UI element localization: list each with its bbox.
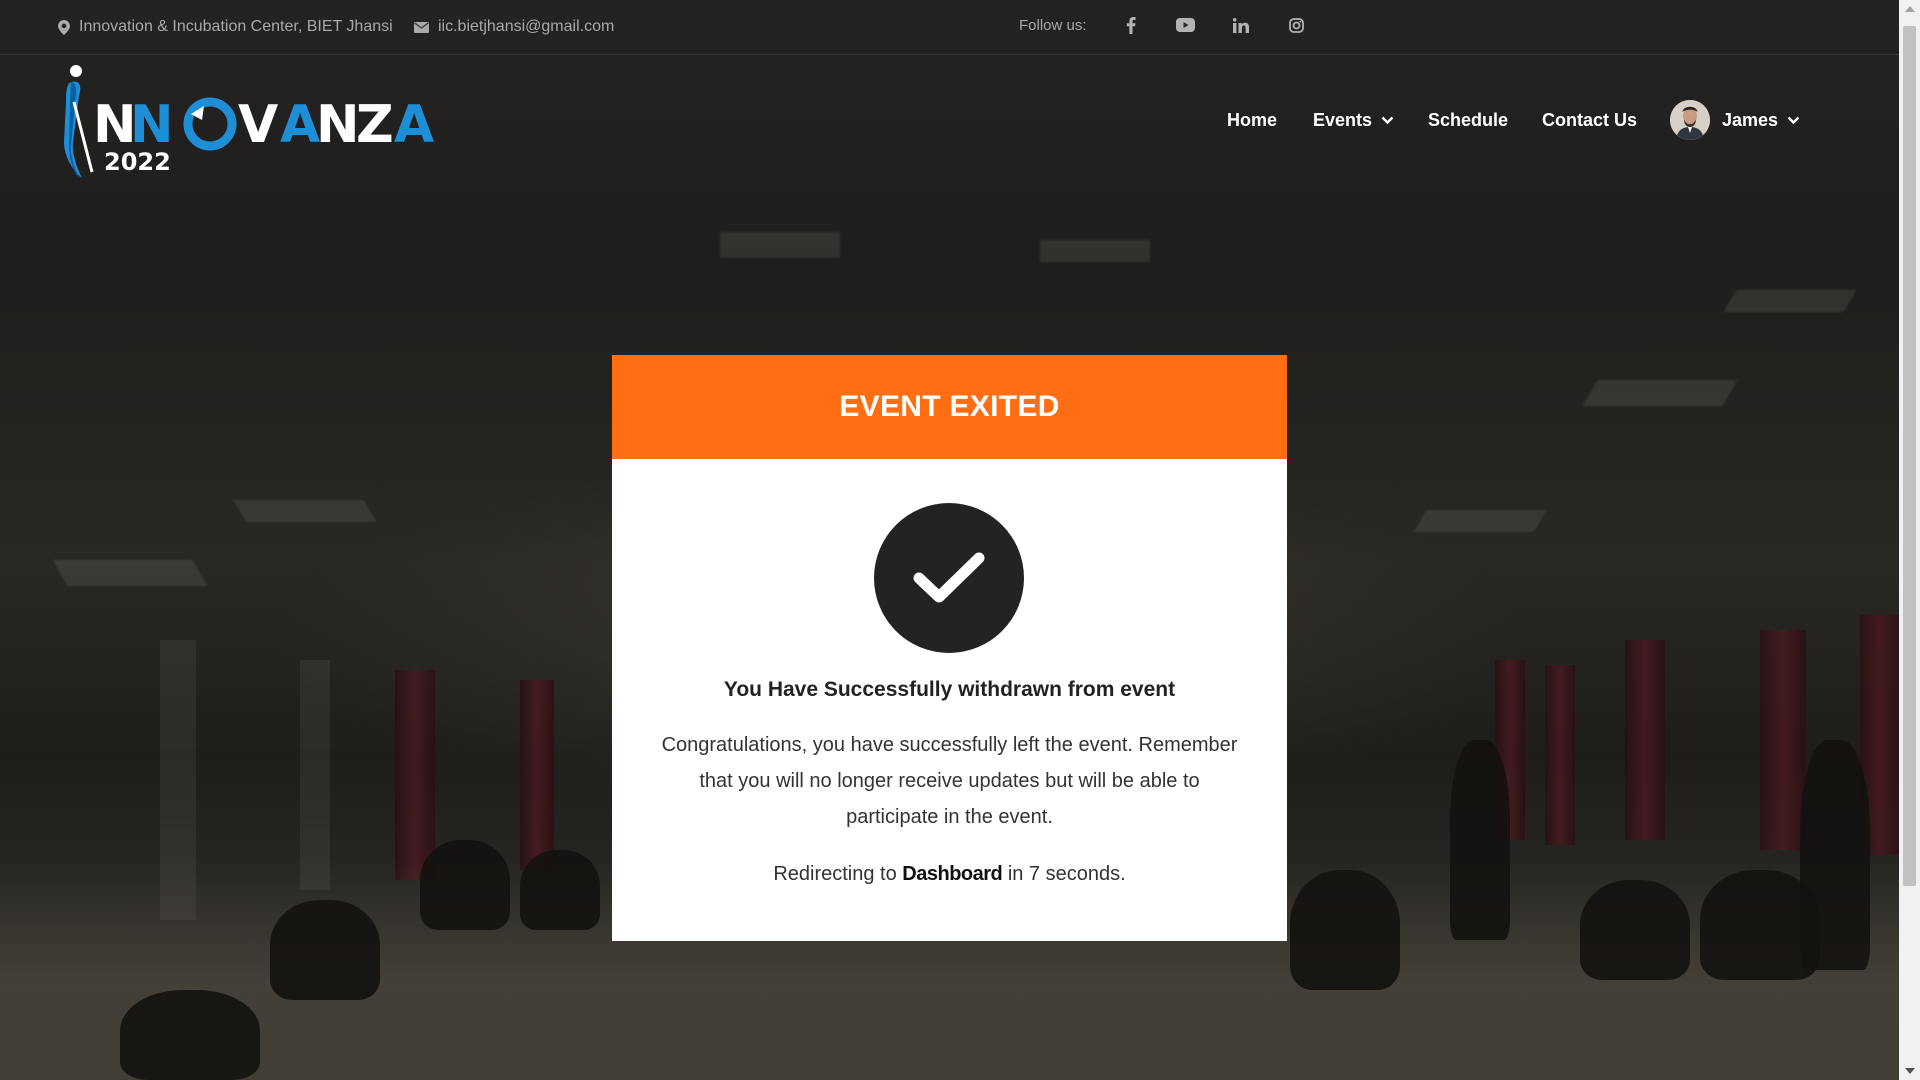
chevron-down-icon (1381, 116, 1394, 124)
location-info: Innovation & Incubation Center, BIET Jha… (58, 0, 393, 54)
chevron-down-icon (1787, 116, 1800, 124)
card-title: EVENT EXITED (839, 390, 1060, 423)
success-message: Congratulations, you have successfully l… (661, 734, 1238, 828)
user-menu[interactable]: James (1670, 98, 1800, 142)
dashboard-link[interactable]: Dashboard (902, 863, 1002, 885)
user-name: James (1722, 109, 1779, 130)
nav-contact[interactable]: Contact Us (1542, 104, 1637, 136)
nav-events-label: Events (1313, 109, 1373, 130)
email-info[interactable]: iic.bietjhansi@gmail.com (414, 0, 614, 54)
redirect-suffix: in 7 seconds. (1007, 863, 1126, 885)
youtube-icon[interactable] (1172, 12, 1198, 38)
card-header: EVENT EXITED (612, 355, 1287, 459)
scroll-up-icon[interactable] (1905, 6, 1915, 12)
nav-home[interactable]: Home (1227, 104, 1277, 136)
svg-text:V: V (238, 95, 278, 155)
success-check-icon (874, 503, 1024, 653)
envelope-icon (414, 21, 429, 33)
redirect-notice: Redirecting to Dashboard in 7 seconds. (612, 863, 1287, 886)
linkedin-icon[interactable] (1228, 12, 1254, 38)
follow-label: Follow us: (1019, 16, 1087, 34)
nav-schedule[interactable]: Schedule (1428, 104, 1508, 136)
svg-text:A: A (394, 95, 434, 155)
innovanza-logo[interactable]: N N V A N Z A 2022 (58, 62, 440, 182)
instagram-icon[interactable] (1283, 12, 1309, 38)
logo-year: 2022 (104, 148, 171, 176)
map-pin-icon (58, 19, 70, 35)
page-scrollbar[interactable] (1899, 0, 1920, 1080)
scrollbar-thumb[interactable] (1903, 26, 1916, 886)
success-heading: You Have Successfully withdrawn from eve… (723, 678, 1176, 701)
facebook-icon[interactable] (1118, 12, 1144, 38)
svg-text:A: A (280, 95, 320, 155)
top-info-bar: Innovation & Incubation Center, BIET Jha… (0, 0, 1899, 55)
redirect-prefix: Redirecting to (773, 863, 897, 885)
event-exited-card: EVENT EXITED You Have Successfully withd… (612, 355, 1287, 941)
email-link[interactable]: iic.bietjhansi@gmail.com (438, 18, 614, 36)
svg-text:Z: Z (356, 95, 394, 155)
nav-events[interactable]: Events (1313, 104, 1394, 136)
location-text: Innovation & Incubation Center, BIET Jha… (79, 18, 393, 35)
svg-text:N: N (130, 95, 174, 155)
avatar (1670, 100, 1710, 140)
scroll-down-icon[interactable] (1905, 1068, 1915, 1074)
svg-text:N: N (316, 95, 360, 155)
